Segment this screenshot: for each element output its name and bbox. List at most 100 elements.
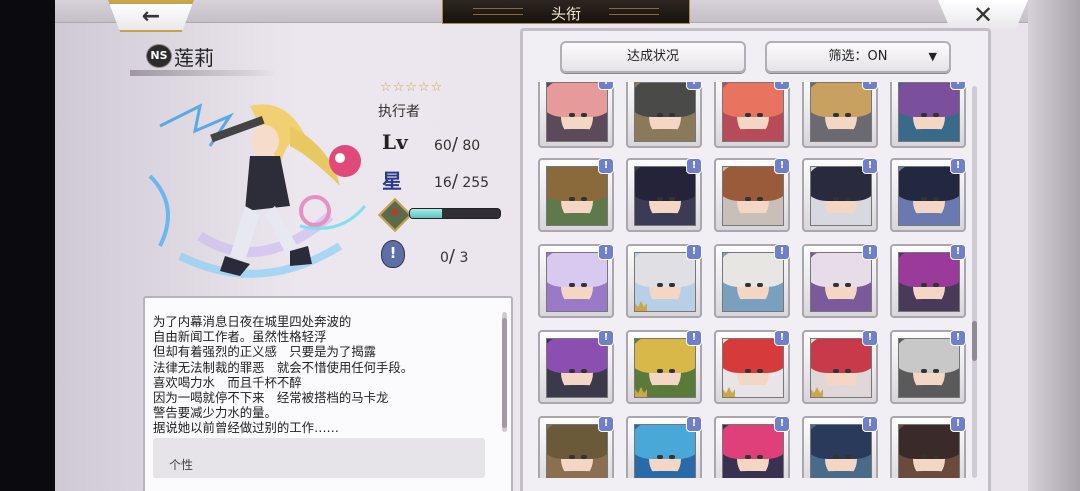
awaken-exclamation-icon: ! xyxy=(381,240,405,268)
achievement-status-button[interactable]: 达成状况 xyxy=(560,41,746,73)
title-portrait-tile[interactable]: ! xyxy=(802,82,878,148)
new-exclamation-icon: ! xyxy=(774,158,790,174)
page-title: 头衔 xyxy=(550,5,581,23)
filter-dropdown[interactable]: 筛选：ON ▼ xyxy=(765,41,951,73)
new-exclamation-icon: ! xyxy=(686,158,702,174)
new-exclamation-icon: ! xyxy=(598,158,614,174)
title-portrait-tile[interactable]: ! xyxy=(626,416,702,478)
character-face-icon xyxy=(898,338,960,398)
rarity-stars: ☆☆☆☆☆ xyxy=(380,80,444,95)
character-face-icon xyxy=(546,338,608,398)
title-portrait-tile[interactable]: ! xyxy=(538,82,614,148)
title-portrait-tile[interactable]: ! xyxy=(714,82,790,148)
level-value: 60/ 80 xyxy=(434,134,481,155)
title-portrait-tile[interactable]: ! xyxy=(890,416,966,478)
level-current: 60 xyxy=(434,138,452,154)
new-exclamation-icon: ! xyxy=(686,330,702,346)
new-exclamation-icon: ! xyxy=(950,416,966,432)
description-line: 喜欢喝力水 而且千杯不醉 xyxy=(153,374,302,390)
character-face-icon xyxy=(722,82,784,142)
title-portrait-tile[interactable]: ! xyxy=(626,158,702,232)
character-face-icon xyxy=(810,252,872,312)
title-portrait-tile[interactable]: ! xyxy=(626,330,702,404)
rank-label-icon: 星 xyxy=(382,169,402,193)
awaken-current: 0 xyxy=(440,250,449,266)
gem-icon xyxy=(378,198,412,232)
new-exclamation-icon: ! xyxy=(862,82,878,90)
title-portrait-tile[interactable]: ! xyxy=(802,158,878,232)
awaken-value: 0/ 3 xyxy=(440,246,469,267)
title-portrait-tile[interactable]: ! xyxy=(890,82,966,148)
title-portrait-tile[interactable]: ! xyxy=(538,416,614,478)
character-face-icon xyxy=(810,166,872,226)
title-portrait-tile[interactable]: ! xyxy=(890,158,966,232)
character-face-icon xyxy=(722,252,784,312)
title-portrait-tile[interactable]: ! xyxy=(626,244,702,318)
character-face-icon xyxy=(634,338,696,398)
character-face-icon xyxy=(546,166,608,226)
title-portrait-tile[interactable]: ! xyxy=(626,82,702,148)
description-line: 为了内幕消息日夜在城里四处奔波的 xyxy=(153,314,352,329)
title-portrait-tile[interactable]: ! xyxy=(538,158,614,232)
page-title-plate: 头衔 xyxy=(442,0,690,24)
personality-tab[interactable]: 个性 xyxy=(153,438,485,478)
back-button[interactable]: ← xyxy=(108,0,194,32)
name-underline xyxy=(130,70,276,76)
exp-progress-fill xyxy=(410,209,442,218)
ns-badge-icon: NS xyxy=(146,44,172,68)
character-face-icon xyxy=(546,424,608,478)
personality-tab-label: 个性 xyxy=(169,458,194,472)
new-exclamation-icon: ! xyxy=(598,244,614,260)
character-face-icon xyxy=(810,424,872,478)
title-portrait-tile[interactable]: ! xyxy=(802,416,878,478)
new-exclamation-icon: ! xyxy=(950,158,966,174)
title-portrait-tile[interactable]: ! xyxy=(714,244,790,318)
description-box[interactable]: 为了内幕消息日夜在城里四处奔波的 自由新闻工作者。虽然性格轻浮 但却有着强烈的正… xyxy=(143,296,513,491)
title-portrait-tile[interactable]: ! xyxy=(714,416,790,478)
title-portrait-tile[interactable]: ! xyxy=(714,158,790,232)
new-exclamation-icon: ! xyxy=(862,330,878,346)
new-exclamation-icon: ! xyxy=(686,244,702,260)
title-portrait-tile[interactable]: ! xyxy=(890,244,966,318)
title-portrait-tile[interactable]: ! xyxy=(802,330,878,404)
character-face-icon xyxy=(722,424,784,478)
achievement-status-label: 达成状况 xyxy=(626,49,679,64)
character-name: 莲莉 xyxy=(174,46,214,70)
grid-scrollbar[interactable] xyxy=(972,86,977,478)
character-face-icon xyxy=(546,82,608,142)
description-scrollbar[interactable] xyxy=(502,312,507,432)
title-portrait-grid: !!!!!!!!!!!!!!!!!!!!!!!!! xyxy=(538,82,968,478)
new-exclamation-icon: ! xyxy=(686,82,702,90)
level-max: 80 xyxy=(462,138,481,154)
title-portrait-tile[interactable]: ! xyxy=(714,330,790,404)
character-face-icon xyxy=(634,424,696,478)
description-line: 法律无法制裁的罪恶 就会不惜使用任何手段。 xyxy=(153,359,414,375)
dropdown-caret-icon: ▼ xyxy=(928,50,937,63)
title-portrait-tile[interactable]: ! xyxy=(802,244,878,318)
filter-label: 筛选：ON xyxy=(828,49,888,64)
description-line: 警告要减少力水的量。 xyxy=(153,405,277,421)
description-line: 自由新闻工作者。虽然性格轻浮 xyxy=(153,329,327,345)
character-face-icon xyxy=(810,338,872,398)
new-exclamation-icon: ! xyxy=(598,330,614,346)
description-text: 为了内幕消息日夜在城里四处奔波的 自由新闻工作者。虽然性格轻浮 但却有着强烈的正… xyxy=(153,314,413,436)
new-exclamation-icon: ! xyxy=(950,244,966,260)
close-button[interactable]: ✕ xyxy=(938,0,1028,30)
character-face-icon xyxy=(722,338,784,398)
character-face-icon xyxy=(634,252,696,312)
description-line: 但却有着强烈的正义感 只要是为了揭露 xyxy=(153,344,377,360)
title-portrait-tile[interactable]: ! xyxy=(890,330,966,404)
character-face-icon xyxy=(634,82,696,142)
new-exclamation-icon: ! xyxy=(774,330,790,346)
new-exclamation-icon: ! xyxy=(686,416,702,432)
title-portrait-tile[interactable]: ! xyxy=(538,244,614,318)
left-bezel xyxy=(0,0,55,491)
new-exclamation-icon: ! xyxy=(862,158,878,174)
character-face-icon xyxy=(810,82,872,142)
rank-max: 255 xyxy=(462,175,490,191)
awaken-max: 3 xyxy=(459,250,469,266)
title-portrait-tile[interactable]: ! xyxy=(538,330,614,404)
new-exclamation-icon: ! xyxy=(862,416,878,432)
character-face-icon xyxy=(898,166,960,226)
new-exclamation-icon: ! xyxy=(950,330,966,346)
